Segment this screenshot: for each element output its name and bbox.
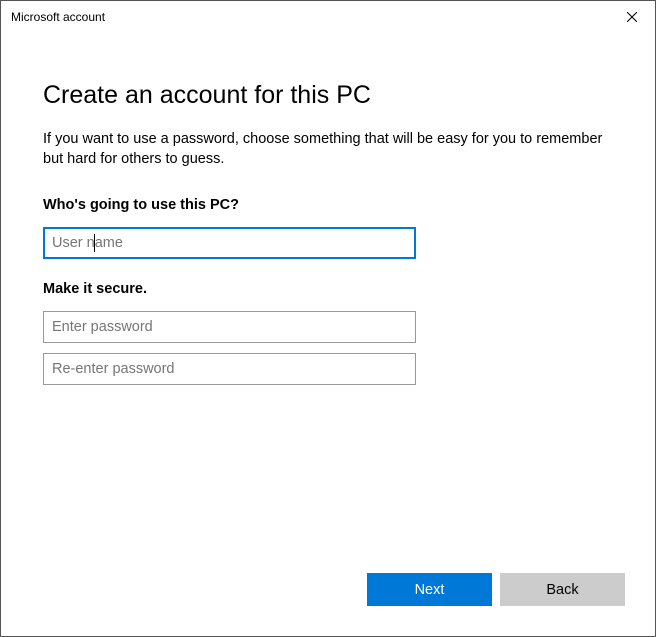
password-input[interactable] xyxy=(43,311,416,343)
password-section-label: Make it secure. xyxy=(43,281,613,297)
confirm-password-input[interactable] xyxy=(43,353,416,385)
password-section: Make it secure. xyxy=(43,281,613,385)
username-input-wrap xyxy=(43,227,416,259)
page-heading: Create an account for this PC xyxy=(43,81,613,110)
close-button[interactable] xyxy=(609,1,655,33)
username-section-label: Who's going to use this PC? xyxy=(43,197,613,213)
content-area: Create an account for this PC If you wan… xyxy=(1,33,655,385)
back-button[interactable]: Back xyxy=(500,573,625,606)
page-description: If you want to use a password, choose so… xyxy=(43,130,613,169)
button-row: Next Back xyxy=(367,573,625,606)
username-section: Who's going to use this PC? xyxy=(43,197,613,259)
window-title: Microsoft account xyxy=(11,10,105,24)
close-icon xyxy=(627,12,637,22)
titlebar: Microsoft account xyxy=(1,1,655,33)
username-input[interactable] xyxy=(43,227,416,259)
next-button[interactable]: Next xyxy=(367,573,492,606)
